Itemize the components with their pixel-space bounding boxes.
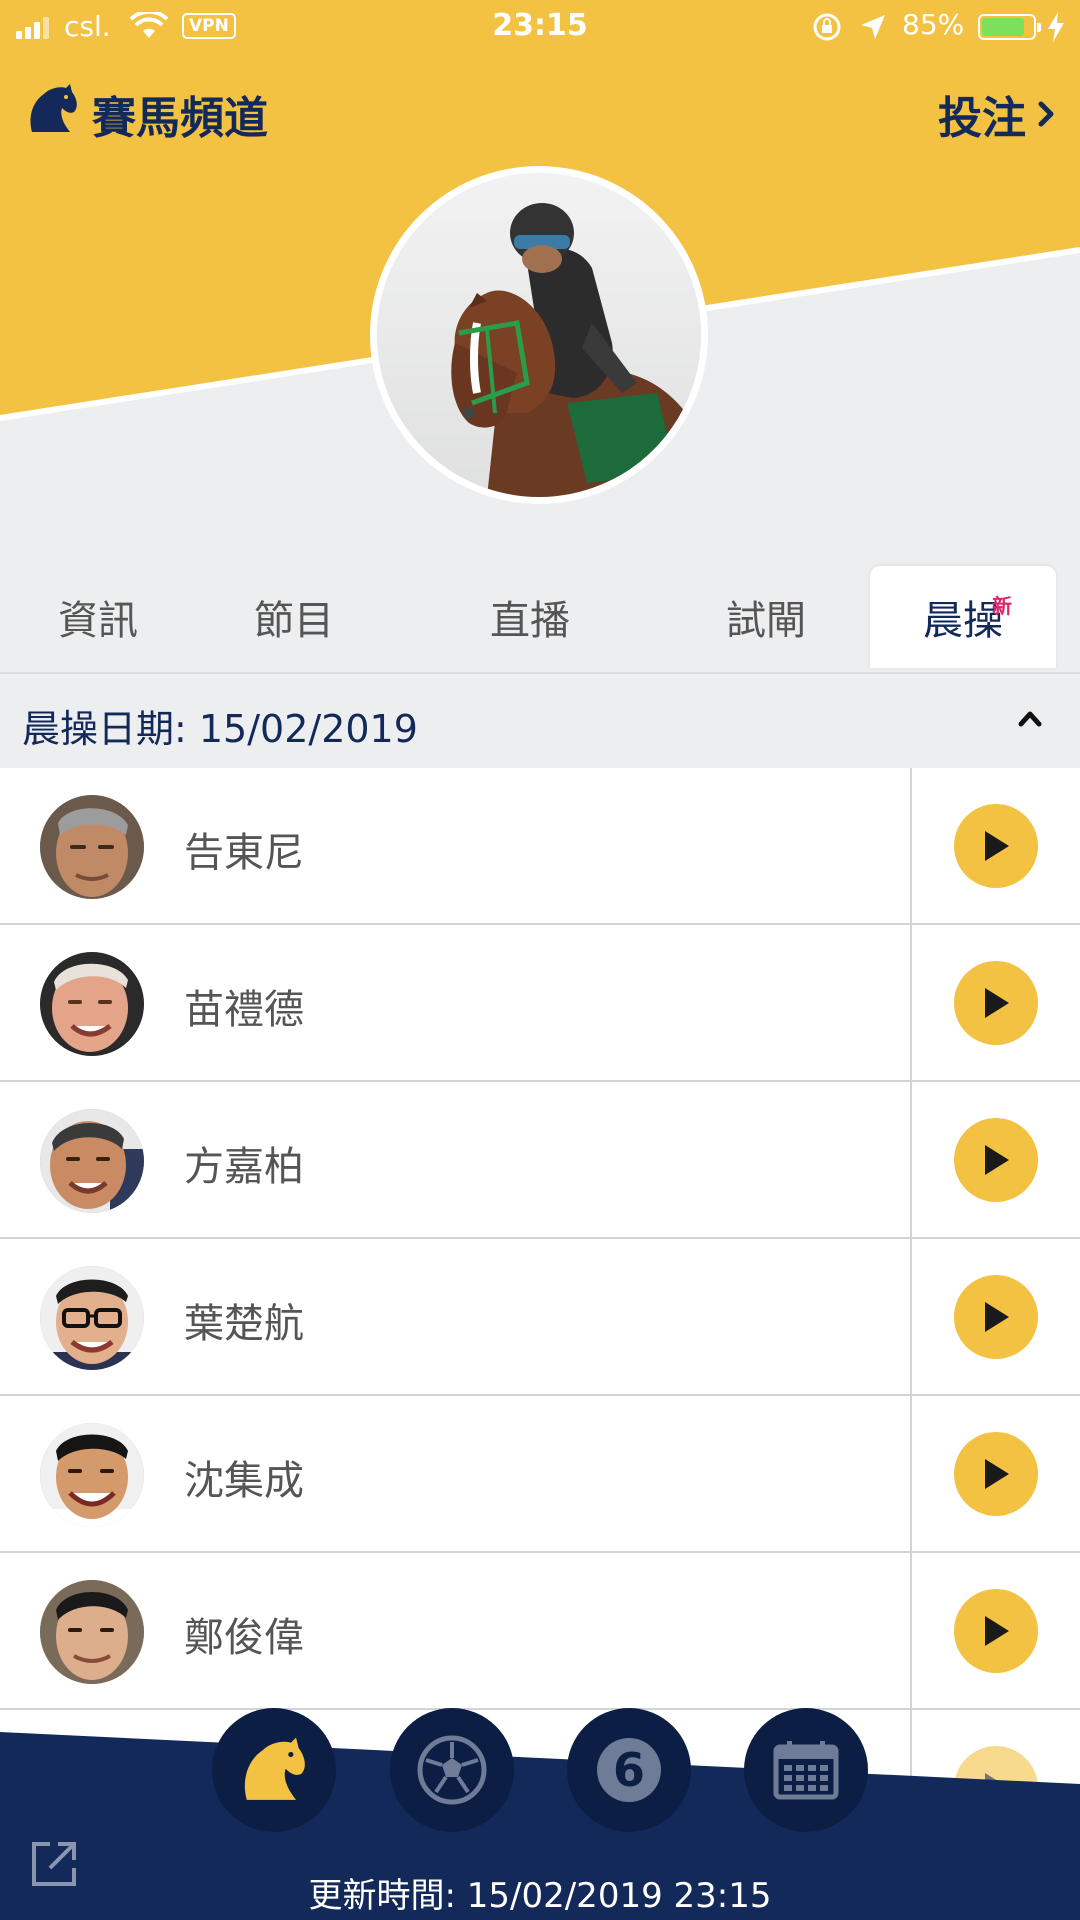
tab-label: 試閘: [726, 598, 806, 644]
list-item[interactable]: 苗禮德: [0, 925, 1080, 1082]
play-icon: [985, 1616, 1009, 1646]
jockey-horse-photo: [377, 173, 701, 497]
trainer-name: 葉楚航: [184, 1301, 304, 1347]
tab-label: 資訊: [58, 598, 138, 644]
calendar-nav-button[interactable]: [744, 1708, 868, 1832]
horse-logo-icon: [30, 84, 77, 132]
trainer-name: 鄭俊偉: [184, 1615, 304, 1661]
row-divider: [910, 925, 912, 1080]
horse-racing-icon: [244, 1737, 305, 1800]
trainer-photo: [40, 952, 144, 1056]
app-title: 賽馬頻道: [92, 93, 268, 144]
play-icon: [985, 988, 1009, 1018]
tab-live[interactable]: 直播: [432, 566, 628, 668]
mark-six-nav-button[interactable]: 6: [567, 1708, 691, 1832]
bet-link[interactable]: 投注: [938, 82, 1056, 146]
trainer-name: 苗禮德: [184, 987, 304, 1033]
play-icon: [985, 1459, 1009, 1489]
charging-bolt-icon: [1048, 12, 1064, 42]
list-item[interactable]: 鄭俊偉: [0, 1553, 1080, 1710]
chevron-up-icon[interactable]: [1016, 708, 1044, 730]
play-icon: [985, 831, 1009, 861]
list-item[interactable]: 方嘉柏: [0, 1082, 1080, 1239]
trainer-name: 沈集成: [184, 1458, 304, 1504]
avatar: [40, 1580, 144, 1684]
tab-info[interactable]: 資訊: [0, 566, 196, 668]
section-tabs: 資訊 節目 直播 試閘 晨操 新: [0, 566, 1080, 668]
avatar: [40, 1109, 144, 1213]
battery-icon: [978, 14, 1041, 40]
calendar-icon: [773, 1741, 839, 1800]
list-item[interactable]: 沈集成: [0, 1396, 1080, 1553]
trackwork-date-label: 晨操日期: 15/02/2019: [22, 707, 418, 751]
trainer-photo: [40, 1580, 144, 1684]
tab-morning-trackwork[interactable]: 晨操 新: [870, 566, 1056, 668]
list-item[interactable]: 葉楚航: [0, 1239, 1080, 1396]
tab-label: 直播: [490, 598, 570, 644]
bottom-navigation: 6 更新時間: 15/02/2019 23:15: [0, 1700, 1080, 1920]
tab-programmes[interactable]: 節目: [196, 566, 392, 668]
bet-link-label: 投注: [938, 93, 1026, 144]
trainer-photo: [40, 1109, 144, 1213]
play-button[interactable]: [954, 804, 1038, 888]
tab-label: 晨操: [923, 598, 1003, 644]
row-divider: [910, 1239, 912, 1394]
play-icon: [985, 1145, 1009, 1175]
chevron-right-icon: [1038, 101, 1054, 127]
football-icon: [417, 1735, 487, 1805]
trainer-photo: [40, 1423, 144, 1527]
trackwork-date-header[interactable]: 晨操日期: 15/02/2019: [0, 672, 1080, 768]
play-button[interactable]: [954, 1118, 1038, 1202]
trainer-photo: [40, 795, 144, 899]
status-bar: csl. VPN 23:15 85%: [0, 0, 1080, 54]
football-nav-button[interactable]: [390, 1708, 514, 1832]
rotation-lock-icon: [813, 13, 841, 41]
row-divider: [910, 768, 912, 923]
play-button[interactable]: [954, 1432, 1038, 1516]
battery-percent: 85%: [902, 8, 965, 41]
row-divider: [910, 1553, 912, 1708]
avatar: [40, 952, 144, 1056]
location-arrow-icon: [861, 15, 885, 39]
play-button[interactable]: [954, 961, 1038, 1045]
play-button[interactable]: [954, 1589, 1038, 1673]
avatar: [40, 795, 144, 899]
mark-six-digit: 6: [612, 1743, 645, 1797]
play-button[interactable]: [954, 1275, 1038, 1359]
tab-label: 節目: [254, 598, 334, 644]
tab-barrier-trials[interactable]: 試閘: [668, 566, 864, 668]
list-item[interactable]: 告東尼: [0, 768, 1080, 925]
play-icon: [985, 1302, 1009, 1332]
horse-racing-nav-button[interactable]: [212, 1708, 336, 1832]
trainer-name: 告東尼: [184, 830, 304, 876]
trainer-photo: [40, 1266, 144, 1370]
hero-banner: csl. VPN 23:15 85% 賽馬頻道 投注 資訊 節目 直播 試閘 晨…: [0, 0, 1080, 676]
new-badge: 新: [992, 594, 1012, 618]
avatar: [40, 1266, 144, 1370]
update-time-label: 更新時間: 15/02/2019 23:15: [308, 1876, 772, 1916]
hero-avatar: [370, 166, 708, 504]
avatar: [40, 1423, 144, 1527]
trainer-name: 方嘉柏: [184, 1144, 304, 1190]
row-divider: [910, 1396, 912, 1551]
row-divider: [910, 1082, 912, 1237]
